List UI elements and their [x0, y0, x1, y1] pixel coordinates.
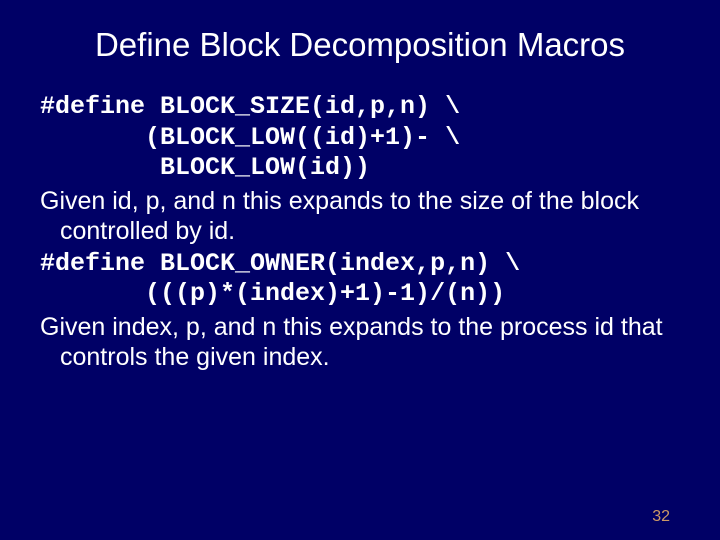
body-text-1: Given id, p, and n this expands to the s…: [40, 186, 680, 247]
code-block-owner-line1: #define BLOCK_OWNER(index,p,n) \: [40, 249, 680, 280]
code-block-size-line3: BLOCK_LOW(id)): [40, 153, 680, 184]
page-number: 32: [652, 508, 670, 526]
code-block-size-line2: (BLOCK_LOW((id)+1)- \: [40, 123, 680, 154]
slide-content: #define BLOCK_SIZE(id,p,n) \ (BLOCK_LOW(…: [40, 92, 680, 373]
body-text-2: Given index, p, and n this expands to th…: [40, 312, 680, 373]
slide: Define Block Decomposition Macros #defin…: [0, 0, 720, 540]
code-block-owner-line2: (((p)*(index)+1)-1)/(n)): [40, 279, 680, 310]
code-block-size-line1: #define BLOCK_SIZE(id,p,n) \: [40, 92, 680, 123]
slide-title: Define Block Decomposition Macros: [40, 22, 680, 92]
